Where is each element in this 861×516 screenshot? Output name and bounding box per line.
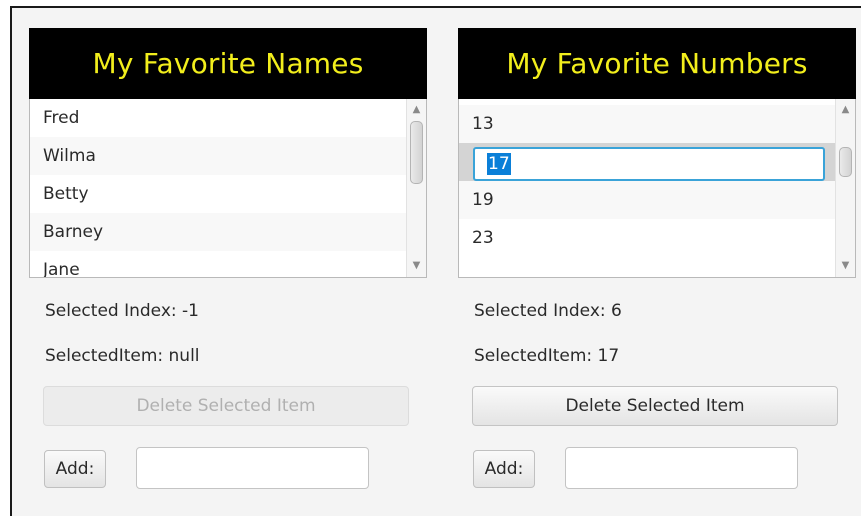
list-item[interactable]: 19: [459, 181, 835, 219]
numbers-scrollbar[interactable]: ▲ ▼: [835, 99, 855, 277]
numbers-panel: My Favorite Numbers 13 17 19 23 ▲ ▼ Sele…: [458, 28, 856, 489]
list-item-editing[interactable]: 17: [459, 143, 835, 181]
list-item[interactable]: Wilma: [30, 137, 406, 175]
delete-selected-button[interactable]: Delete Selected Item: [472, 386, 838, 426]
selected-item-label: SelectedItem: 17: [474, 346, 620, 366]
add-input[interactable]: [565, 447, 798, 489]
add-button[interactable]: Add:: [44, 450, 106, 488]
names-scrollbar[interactable]: ▲ ▼: [406, 99, 426, 277]
list-item[interactable]: Fred: [30, 99, 406, 137]
list-item[interactable]: 23: [459, 219, 835, 257]
list-item[interactable]: Betty: [30, 175, 406, 213]
app-window: My Favorite Names Fred Wilma Betty Barne…: [10, 6, 861, 516]
names-panel: My Favorite Names Fred Wilma Betty Barne…: [29, 28, 427, 489]
selected-item-label: SelectedItem: null: [45, 346, 200, 366]
list-item[interactable]: Jane: [30, 251, 406, 277]
chevron-up-icon[interactable]: ▲: [407, 101, 426, 119]
numbers-list[interactable]: 13 17 19 23 ▲ ▼: [458, 99, 856, 278]
chevron-down-icon[interactable]: ▼: [836, 257, 855, 275]
scroll-thumb[interactable]: [839, 147, 852, 177]
add-button[interactable]: Add:: [473, 450, 535, 488]
edit-selected-text: 17: [487, 153, 511, 175]
selected-index-label: Selected Index: 6: [474, 301, 622, 321]
chevron-up-icon[interactable]: ▲: [836, 101, 855, 119]
names-list[interactable]: Fred Wilma Betty Barney Jane ▲ ▼: [29, 99, 427, 278]
add-input[interactable]: [136, 447, 369, 489]
selected-index-label: Selected Index: -1: [45, 301, 199, 321]
cell-edit-field[interactable]: 17: [473, 147, 825, 181]
numbers-title: My Favorite Numbers: [458, 28, 856, 99]
scroll-thumb[interactable]: [410, 121, 423, 184]
chevron-down-icon[interactable]: ▼: [407, 257, 426, 275]
delete-selected-button: Delete Selected Item: [43, 386, 409, 426]
list-item[interactable]: Barney: [30, 213, 406, 251]
list-item[interactable]: 13: [459, 105, 835, 143]
names-title: My Favorite Names: [29, 28, 427, 99]
